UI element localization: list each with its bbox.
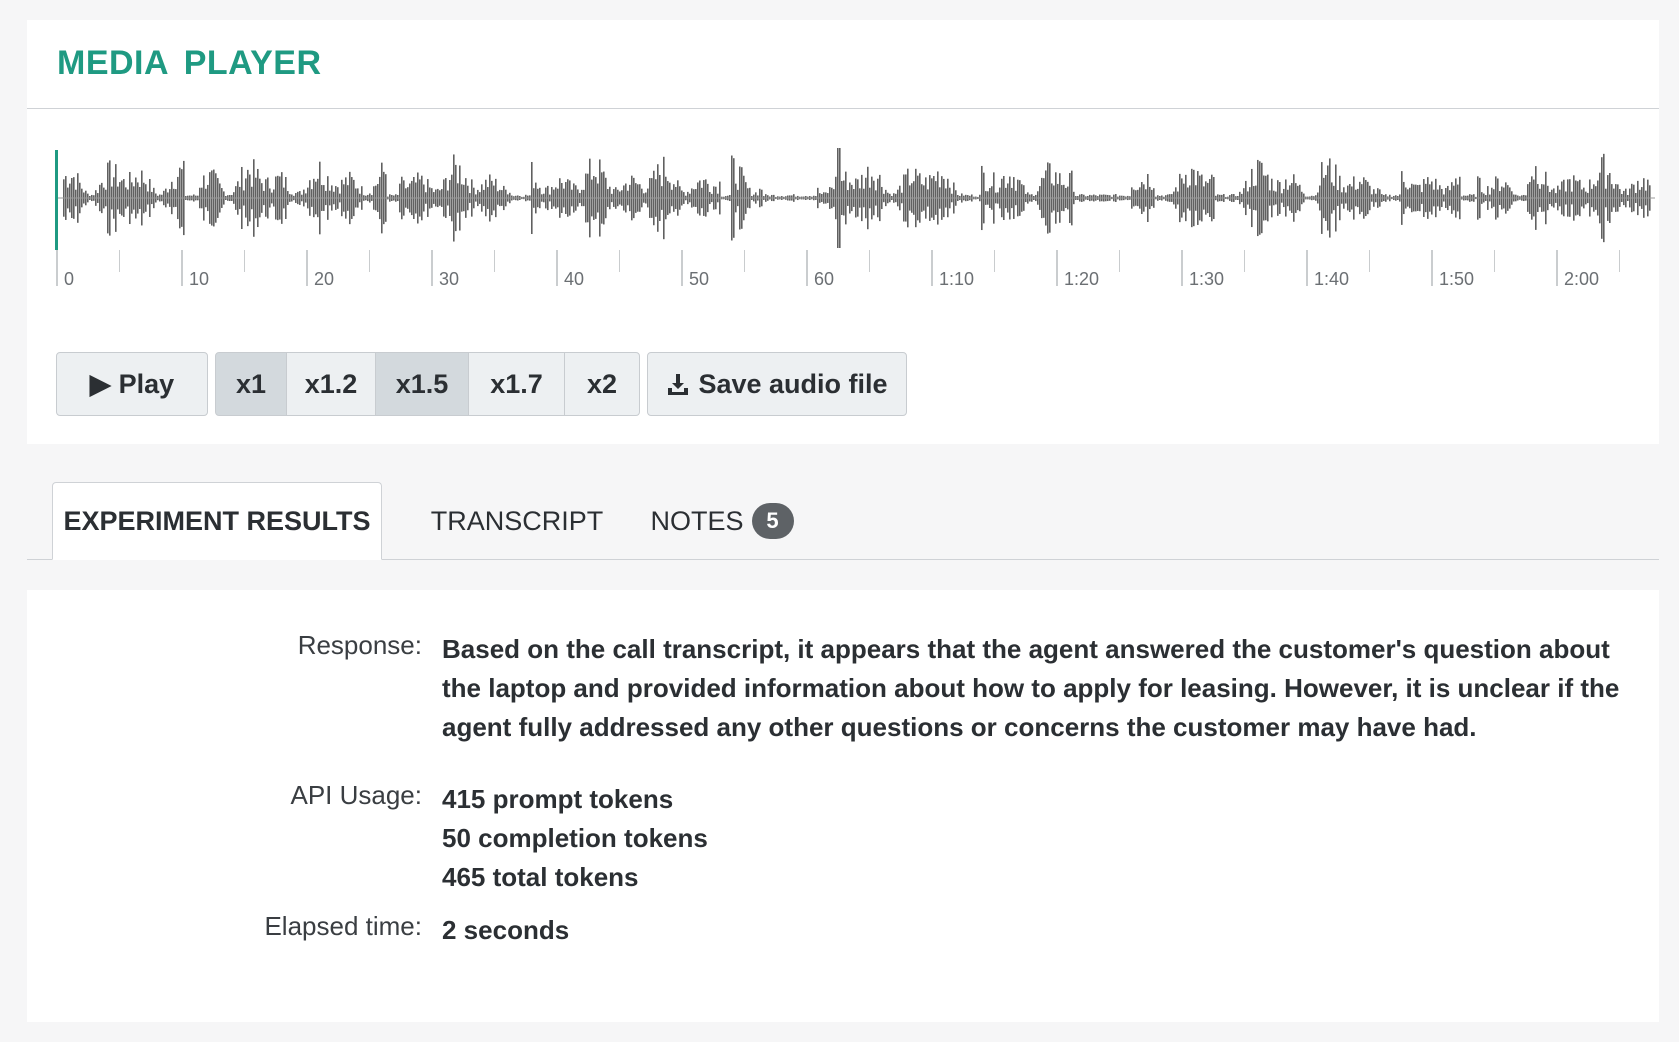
elapsed-time-value: 2 seconds	[442, 915, 570, 945]
timeline-tick-label: 1:10	[939, 269, 974, 289]
speed-button-x1[interactable]: x1	[215, 352, 287, 416]
timeline-tick-label: 50	[689, 269, 709, 289]
timeline-tick-label: 40	[564, 269, 584, 289]
response-text: Based on the call transcript, it appears…	[442, 634, 1620, 742]
total-tokens: 465 total tokens	[442, 862, 639, 892]
response-label: Response:	[297, 630, 422, 660]
timeline-tick-label: 1:30	[1189, 269, 1224, 289]
timeline-tick-label: 1:40	[1314, 269, 1349, 289]
playback-speed-group: x1 x1.2 x1.5 x1.7 x2	[215, 352, 640, 416]
timeline-tick-label: 10	[189, 269, 209, 289]
elapsed-time-label: Elapsed time:	[264, 911, 422, 941]
tab-notes[interactable]: NOTES 5	[637, 482, 807, 560]
completion-tokens: 50 completion tokens	[442, 823, 708, 853]
timeline-tick-label: 1:50	[1439, 269, 1474, 289]
media-player-panel: MEDIA PLAYER 0 10 20 30 40 50 60 1:10 1:20 1:30 1:…	[27, 20, 1659, 444]
tab-experiment-results[interactable]: EXPERIMENT RESULTS	[52, 482, 382, 560]
tab-notes-label: NOTES	[650, 505, 744, 536]
play-icon: ▶	[89, 368, 111, 399]
media-player-title: MEDIA PLAYER	[57, 44, 322, 82]
timeline-tick-label: 1:20	[1064, 269, 1099, 289]
timeline-tick-label: 20	[314, 269, 334, 289]
play-button[interactable]: ▶ Play	[56, 352, 208, 416]
playhead-cursor[interactable]	[55, 150, 58, 250]
save-audio-label: Save audio file	[698, 368, 888, 399]
timeline-tick-label: 60	[814, 269, 834, 289]
prompt-tokens: 415 prompt tokens	[442, 784, 674, 814]
notes-count-badge: 5	[751, 503, 794, 539]
divider	[27, 108, 1659, 109]
experiment-results-panel: Response: Based on the call transcript, …	[27, 590, 1659, 1022]
api-usage-label: API Usage:	[290, 780, 422, 810]
speed-button-x1-7[interactable]: x1.7	[468, 352, 565, 416]
tab-transcript[interactable]: TRANSCRIPT	[397, 482, 637, 560]
play-label: Play	[118, 368, 175, 399]
audio-waveform[interactable]: 0 10 20 30 40 50 60 1:10 1:20 1:30 1:40 1:50 2:00	[55, 138, 1659, 308]
api-usage-values: 415 prompt tokens 50 completion tokens 4…	[442, 780, 1622, 897]
download-icon	[668, 374, 689, 395]
timeline-tick-label: 2:00	[1564, 269, 1599, 289]
speed-button-x1-2[interactable]: x1.2	[286, 352, 376, 416]
timeline-tick-label: 0	[64, 269, 74, 289]
speed-button-x2[interactable]: x2	[564, 352, 640, 416]
results-tabs: EXPERIMENT RESULTS TRANSCRIPT NOTES 5	[27, 482, 1659, 560]
timeline-tick-label: 30	[439, 269, 459, 289]
speed-button-x1-5[interactable]: x1.5	[375, 352, 469, 416]
save-audio-button[interactable]: Save audio file	[647, 352, 907, 416]
player-controls: ▶ Play x1 x1.2 x1.5 x1.7 x2 Save audio f…	[56, 352, 907, 416]
